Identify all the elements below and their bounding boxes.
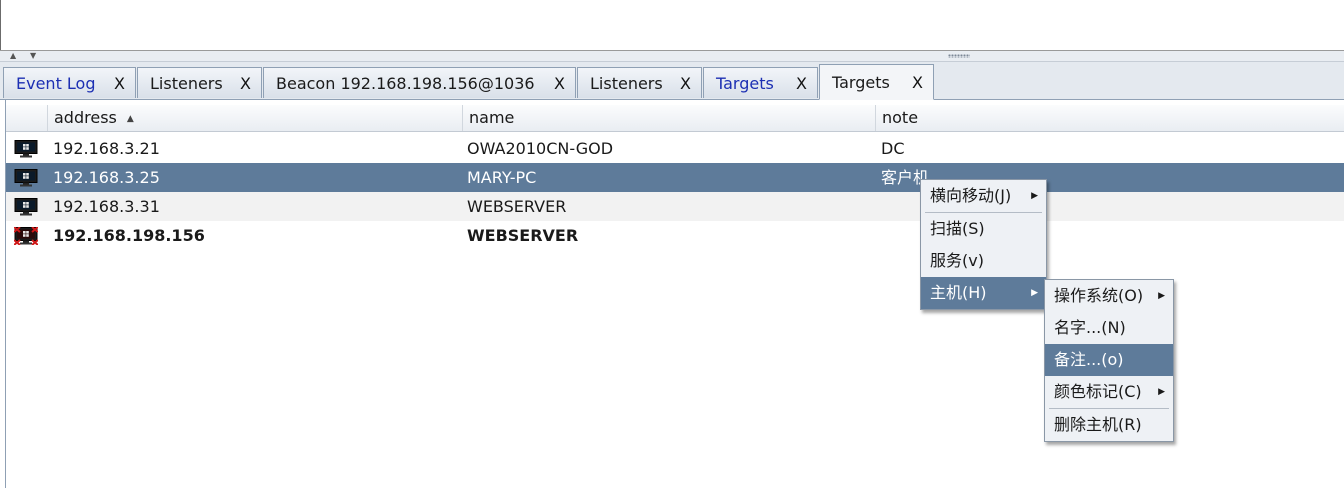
menu-item-lateral-move[interactable]: 横向移动(J) ▶ [921, 180, 1046, 212]
tab-bar: Event Log X Listeners X Beacon 192.168.1… [0, 62, 1344, 100]
menu-item-label: 名字...(N) [1054, 318, 1126, 337]
submenu-arrow-icon: ▶ [1031, 288, 1038, 298]
column-header-label: name [469, 108, 515, 127]
split-down-arrow-icon[interactable]: ▼ [30, 51, 36, 61]
tab-listeners-2[interactable]: Listeners X [577, 67, 702, 98]
sort-ascending-icon: ▲ [126, 114, 134, 124]
tab-close-icon[interactable]: X [114, 74, 125, 93]
menu-item-label: 服务(v) [930, 251, 984, 270]
menu-item-note[interactable]: 备注...(o) [1045, 344, 1173, 376]
windows-host-icon [14, 140, 38, 158]
tab-label: Event Log [16, 73, 96, 93]
submenu-arrow-icon: ▶ [1158, 387, 1165, 397]
menu-item-scan[interactable]: 扫描(S) [921, 213, 1046, 245]
tab-beacon[interactable]: Beacon 192.168.198.156@1036 X [263, 67, 576, 98]
cell-address: 192.168.3.25 [53, 168, 160, 187]
windows-host-icon [14, 198, 38, 216]
tab-label: Beacon 192.168.198.156@1036 [276, 73, 535, 93]
column-header-address[interactable]: address ▲ [47, 105, 462, 131]
tab-label: Listeners [150, 73, 223, 93]
menu-item-label: 颜色标记(C) [1054, 382, 1142, 401]
table-header: address ▲ name note [6, 105, 1344, 132]
menu-item-label: 横向移动(J) [930, 186, 1012, 205]
table-row[interactable]: 192.168.3.21 OWA2010CN-GOD DC [6, 134, 1344, 163]
menu-item-label: 备注...(o) [1054, 350, 1124, 369]
cell-address: 192.168.3.21 [53, 139, 160, 158]
menu-item-host[interactable]: 主机(H) ▶ [921, 277, 1046, 309]
column-header-icon[interactable] [6, 105, 47, 131]
context-menu: 横向移动(J) ▶ 扫描(S) 服务(v) 主机(H) ▶ [920, 179, 1047, 310]
menu-item-label: 主机(H) [930, 283, 987, 302]
submenu-arrow-icon: ▶ [1158, 291, 1165, 301]
console-output-pane[interactable] [0, 0, 1344, 51]
column-header-label: address [54, 108, 117, 127]
tab-label: Targets [716, 73, 774, 93]
windows-host-icon [14, 169, 38, 187]
cell-name: MARY-PC [467, 168, 537, 187]
table-row[interactable]: 192.168.198.156 WEBSERVER [6, 221, 1344, 250]
cell-note: DC [881, 139, 905, 158]
tab-targets-active[interactable]: Targets X [819, 64, 934, 100]
tab-close-icon[interactable]: X [796, 74, 807, 93]
menu-item-delete-host[interactable]: 删除主机(R) [1045, 409, 1173, 441]
menu-item-operating-system[interactable]: 操作系统(O) ▶ [1045, 280, 1173, 312]
menu-item-services[interactable]: 服务(v) [921, 245, 1046, 277]
host-submenu: 操作系统(O) ▶ 名字...(N) 备注...(o) 颜色标记(C) ▶ 删除… [1044, 279, 1174, 442]
menu-item-rename[interactable]: 名字...(N) [1045, 312, 1173, 344]
tab-close-icon[interactable]: X [680, 74, 691, 93]
tab-close-icon[interactable]: X [912, 73, 923, 92]
tab-label: Listeners [590, 73, 663, 93]
table-row[interactable]: 192.168.3.31 WEBSERVER [6, 192, 1344, 221]
menu-item-label: 操作系统(O) [1054, 286, 1144, 305]
tab-targets[interactable]: Targets X [703, 67, 818, 98]
tab-event-log[interactable]: Event Log X [3, 67, 136, 98]
tab-label: Targets [832, 72, 890, 92]
cell-address: 192.168.3.31 [53, 197, 160, 216]
table-row-selected[interactable]: 192.168.3.25 MARY-PC 客户机 [6, 163, 1344, 192]
cell-name: WEBSERVER [467, 197, 567, 216]
tab-listeners[interactable]: Listeners X [137, 67, 262, 98]
submenu-arrow-icon: ▶ [1031, 191, 1038, 201]
cell-address: 192.168.198.156 [53, 226, 205, 245]
pane-splitter[interactable]: ▲ ▼ [0, 51, 1344, 62]
cell-name: OWA2010CN-GOD [467, 139, 614, 158]
tab-close-icon[interactable]: X [240, 74, 251, 93]
splitter-grip-icon[interactable] [948, 54, 970, 58]
cell-name: WEBSERVER [467, 226, 579, 245]
compromised-host-icon [14, 227, 38, 245]
column-header-name[interactable]: name [462, 105, 875, 131]
menu-item-label: 扫描(S) [930, 219, 985, 238]
split-up-arrow-icon[interactable]: ▲ [10, 51, 16, 61]
column-header-note[interactable]: note [875, 105, 1344, 131]
menu-item-color-mark[interactable]: 颜色标记(C) ▶ [1045, 376, 1173, 408]
tab-close-icon[interactable]: X [554, 74, 565, 93]
column-header-label: note [882, 108, 919, 127]
menu-item-label: 删除主机(R) [1054, 415, 1142, 434]
